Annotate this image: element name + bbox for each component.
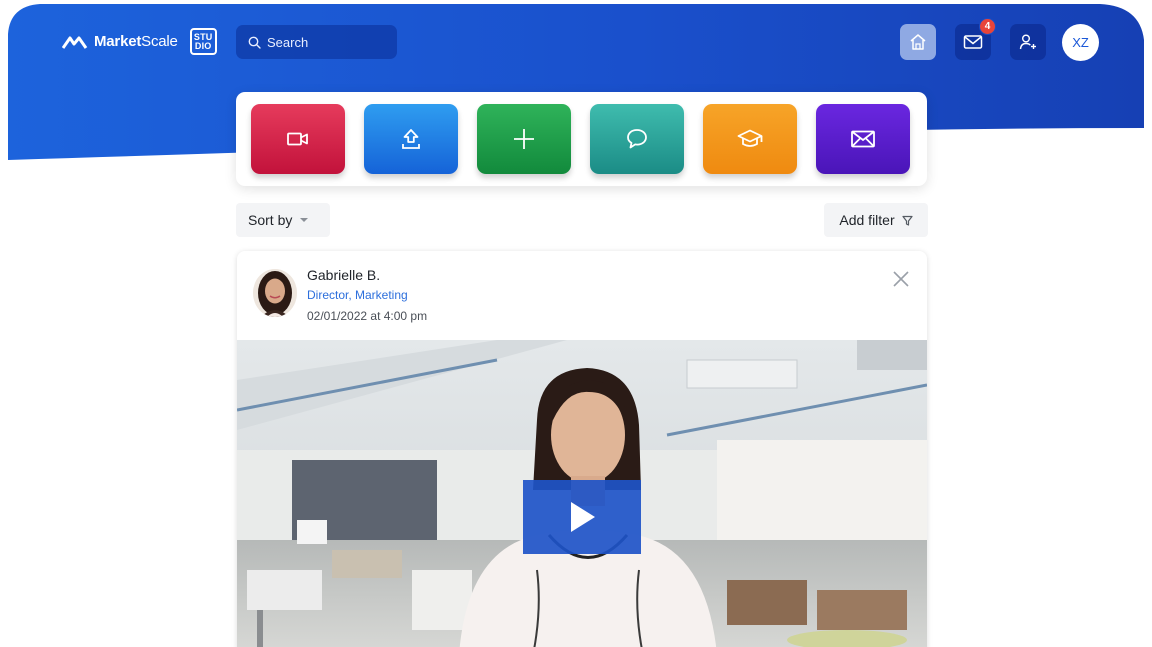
- brand-name: MarketScale: [94, 33, 178, 50]
- filter-icon: [902, 215, 913, 226]
- record-video-button[interactable]: [251, 104, 345, 174]
- upload-icon: [402, 129, 420, 149]
- add-user-button[interactable]: [1010, 24, 1046, 60]
- home-icon: [910, 34, 926, 50]
- sort-label: Sort by: [248, 212, 293, 228]
- send-message-button[interactable]: [816, 104, 910, 174]
- author-title[interactable]: Director, Marketing: [307, 288, 408, 302]
- studio-badge: STU DIO: [189, 28, 217, 55]
- add-user-icon: [1019, 34, 1036, 50]
- comment-button[interactable]: [590, 104, 684, 174]
- envelope-icon: [851, 130, 875, 148]
- chevron-down-icon: [300, 218, 309, 222]
- video-camera-icon: [287, 132, 308, 146]
- author-name[interactable]: Gabrielle B.: [307, 267, 380, 283]
- author-avatar[interactable]: [253, 269, 297, 317]
- notification-badge: 4: [979, 18, 996, 35]
- top-navigation-bar: MarketScale STU DIO Search 4 XZ: [0, 0, 1152, 86]
- close-icon[interactable]: [891, 269, 911, 289]
- author-photo: [253, 269, 297, 317]
- chat-bubble-icon: [627, 129, 647, 149]
- marketscale-logo[interactable]: MarketScale STU DIO: [62, 28, 217, 55]
- mail-icon: [963, 35, 983, 49]
- learning-button[interactable]: [703, 104, 797, 174]
- upload-button[interactable]: [364, 104, 458, 174]
- post-timestamp: 02/01/2022 at 4:00 pm: [307, 309, 428, 323]
- home-button[interactable]: [900, 24, 936, 60]
- play-icon: [571, 502, 595, 532]
- messages-button[interactable]: 4: [955, 18, 996, 60]
- video-player[interactable]: [237, 340, 927, 647]
- graduation-cap-icon: [737, 129, 763, 147]
- studio-line-2: DIO: [194, 40, 212, 51]
- play-button[interactable]: [523, 480, 641, 554]
- plus-icon: [514, 129, 534, 149]
- quick-actions-panel: [236, 92, 927, 186]
- create-post-button[interactable]: [477, 104, 571, 174]
- marketscale-mark-icon: [62, 36, 88, 49]
- sort-dropdown[interactable]: Sort by: [236, 203, 330, 237]
- search-icon: [248, 36, 261, 49]
- feed-post-card: Gabrielle B. Director, Marketing 02/01/2…: [237, 251, 927, 647]
- search-input[interactable]: Search: [236, 25, 397, 59]
- user-avatar[interactable]: XZ: [1062, 24, 1099, 61]
- filter-label: Add filter: [839, 212, 895, 228]
- search-placeholder: Search: [267, 34, 309, 50]
- add-filter-button[interactable]: Add filter: [824, 203, 928, 237]
